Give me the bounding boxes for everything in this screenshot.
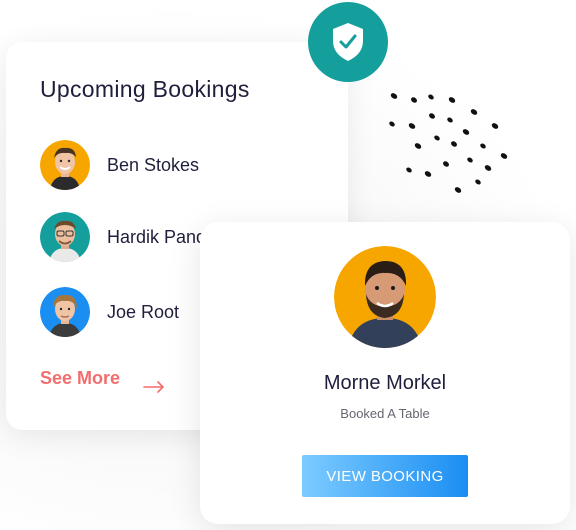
- avatar: [334, 246, 436, 348]
- booking-name: Ben Stokes: [107, 154, 200, 175]
- booker-name: Morne Morkel: [323, 372, 447, 394]
- view-booking-button[interactable]: VIEW BOOKING: [302, 455, 468, 497]
- booking-status: Booked A Table: [340, 406, 430, 421]
- decorative-dots: [389, 93, 508, 193]
- avatar: [40, 212, 90, 262]
- card-title: Upcoming Bookings: [40, 76, 250, 102]
- avatar: [40, 287, 90, 337]
- booking-item-ben-stokes[interactable]: Ben Stokes: [40, 140, 199, 190]
- booking-item-joe-root[interactable]: Joe Root: [40, 287, 179, 337]
- booking-item-hardik-pand[interactable]: Hardik Pand: [40, 212, 206, 262]
- see-more-link[interactable]: See More: [40, 368, 120, 389]
- shield-badge: [308, 2, 388, 82]
- booking-detail-card: Morne Morkel Booked A Table VIEW BOOKING: [200, 222, 570, 524]
- booking-name: Joe Root: [107, 301, 180, 322]
- avatar: [40, 140, 90, 190]
- booking-name: Hardik Pand: [107, 226, 207, 247]
- shield-check-icon: [333, 23, 363, 61]
- arrow-right-icon[interactable]: [143, 381, 165, 393]
